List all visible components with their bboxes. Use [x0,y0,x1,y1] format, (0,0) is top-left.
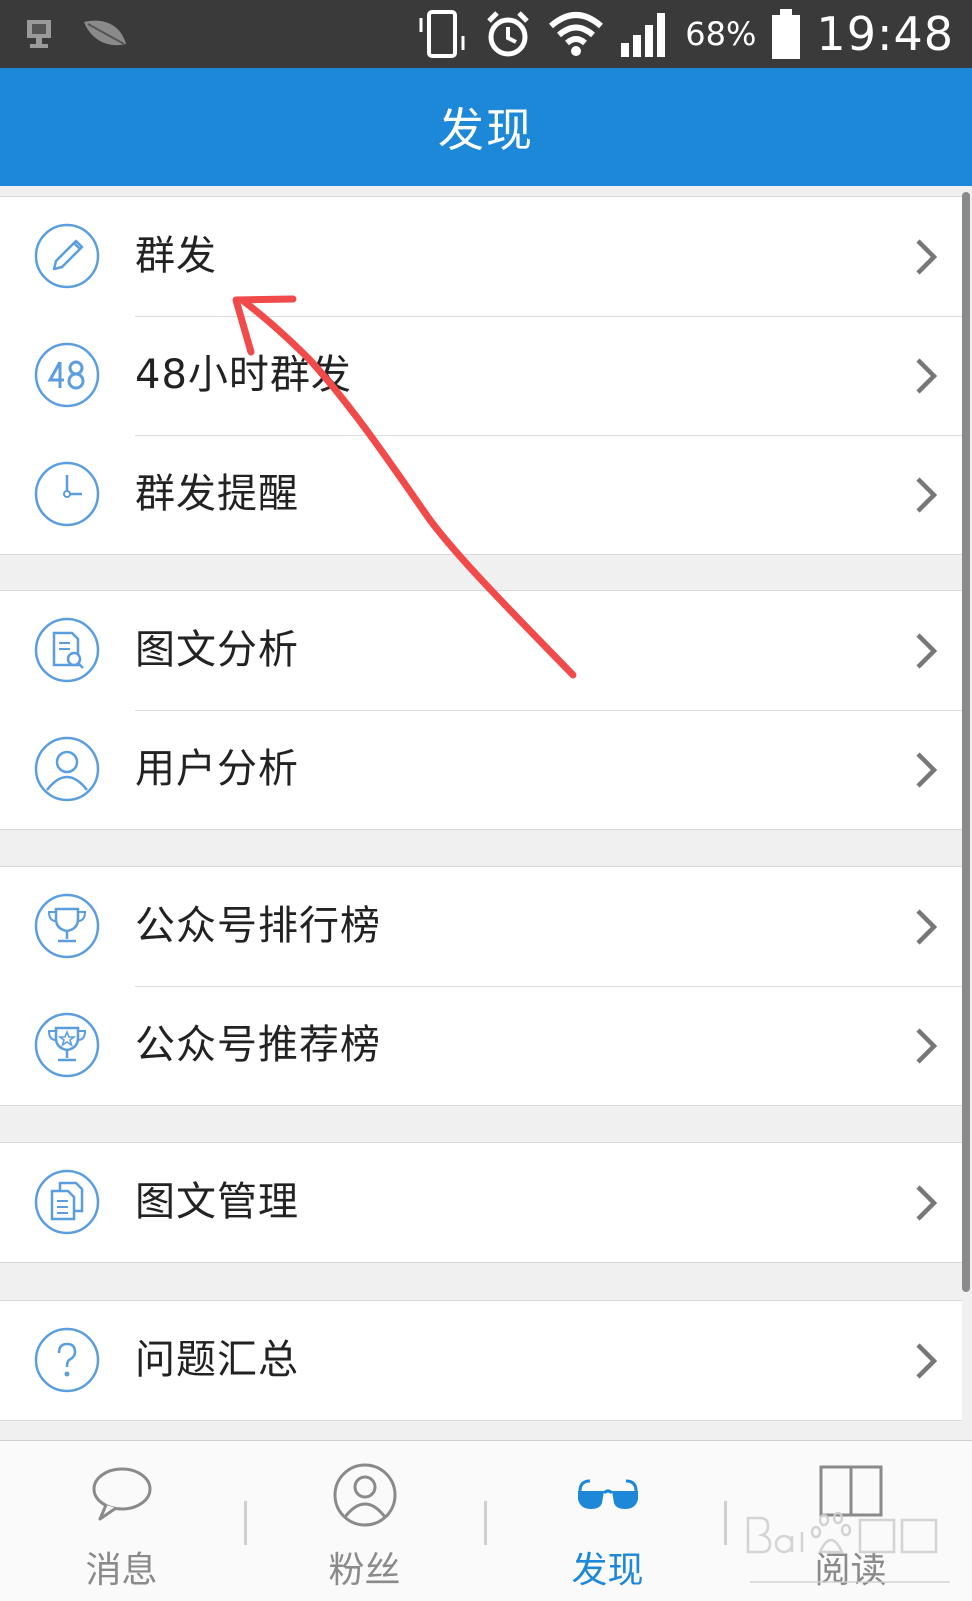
documents-icon [34,1169,100,1235]
vibrate-icon [419,10,465,58]
pen-icon [34,223,100,289]
list-group-rankings: 公众号排行榜 公众号推荐榜 [0,866,962,1106]
app-header: 发现 [0,68,972,186]
chevron-right-icon [916,909,938,945]
chevron-right-icon [916,1028,938,1064]
list-item-user-analysis[interactable]: 用户分析 [0,710,962,829]
list-item-label: 问题汇总 [135,1337,299,1383]
list-item-article-analysis[interactable]: 图文分析 [0,591,962,710]
chevron-right-icon [916,1185,938,1221]
battery-icon [772,9,801,59]
list-item-label: 48小时群发 [135,352,352,398]
list-item-label: 群发 [135,233,217,279]
chevron-right-icon [916,239,938,275]
discover-list: 群发 48小时群发 群发提醒 图文分析 用户分析 公众号排行榜 公众号推荐榜 图… [0,186,972,1440]
list-item-article-management[interactable]: 图文管理 [0,1143,962,1262]
chevron-right-icon [916,1343,938,1379]
list-item-label: 公众号排行榜 [135,903,381,949]
leaf-icon [84,20,126,46]
list-item-broadcast-reminder[interactable]: 群发提醒 [0,435,962,554]
48-hours-icon [34,342,100,408]
tab-label: 消息 [85,1550,158,1591]
list-item-broadcast[interactable]: 群发 [0,197,962,316]
tab-label: 发现 [571,1550,644,1591]
wifi-icon [549,12,604,56]
list-item-account-recommend[interactable]: 公众号推荐榜 [0,986,962,1105]
list-item-label: 图文管理 [135,1179,299,1225]
tab-discover[interactable]: 发现 [486,1441,729,1601]
star-trophy-icon [34,1012,100,1078]
tab-messages[interactable]: 消息 [0,1441,243,1601]
list-item-label: 用户分析 [135,746,299,792]
alarm-icon [487,11,530,57]
glasses-icon [578,1479,638,1509]
clock-icon [34,461,100,527]
baidu-watermark-logo [746,1512,950,1583]
chevron-right-icon [916,477,938,513]
chat-bubble-icon [92,1467,152,1521]
list-group-broadcast: 群发 48小时群发 群发提醒 [0,196,962,555]
signal-icon [621,13,666,57]
trophy-icon [34,893,100,959]
document-analysis-icon [34,617,100,683]
user-icon [34,736,100,802]
chevron-right-icon [916,752,938,788]
list-group-faq: 问题汇总 [0,1300,962,1421]
battery-percent: 68% [685,15,757,53]
list-item-label: 图文分析 [135,627,299,673]
status-bar: 68% 19:48 [0,0,972,68]
status-time: 19:48 [816,7,954,61]
list-item-account-ranking[interactable]: 公众号排行榜 [0,867,962,986]
list-item-48h-broadcast[interactable]: 48小时群发 [0,316,962,435]
page-title: 发现 [438,103,534,157]
chevron-right-icon [916,358,938,394]
list-group-management: 图文管理 [0,1142,962,1263]
question-icon [34,1327,100,1393]
list-item-label: 群发提醒 [135,471,299,517]
list-group-analysis: 图文分析 用户分析 [0,590,962,830]
scrollbar[interactable] [962,192,970,1292]
tab-divider [724,1501,727,1545]
chevron-right-icon [916,633,938,669]
notification-app-icon [27,20,51,48]
fans-icon [333,1463,397,1527]
list-item-faq[interactable]: 问题汇总 [0,1301,962,1420]
list-item-label: 公众号推荐榜 [135,1022,381,1068]
tab-label: 粉丝 [328,1550,401,1591]
tab-fans[interactable]: 粉丝 [243,1441,486,1601]
